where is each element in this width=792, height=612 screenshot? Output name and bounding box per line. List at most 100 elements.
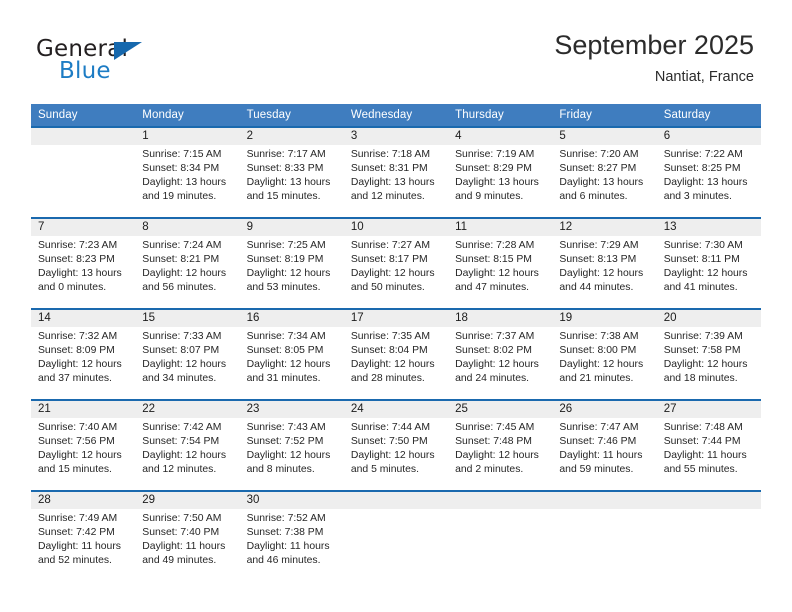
sunset-text: Sunset: 7:48 PM xyxy=(455,436,532,448)
sunset-text: Sunset: 8:33 PM xyxy=(246,163,324,175)
calendar-day-cell[interactable]: 27 Sunrise: 7:48 AM Sunset: 7:44 PM Dayligh… xyxy=(656,399,761,491)
calendar-day-cell[interactable] xyxy=(448,490,553,581)
day-number: 18 xyxy=(448,310,553,327)
daylight-text-line2: and 12 minutes. xyxy=(142,464,217,476)
calendar-day-cell[interactable]: 21 Sunrise: 7:40 AM Sunset: 7:56 PM Dayligh… xyxy=(31,399,136,491)
calendar-day-cell[interactable] xyxy=(31,126,136,218)
daylight-text-line1: Daylight: 12 hours xyxy=(350,268,435,280)
daylight-text-line1: Daylight: 12 hours xyxy=(455,450,539,462)
day-number: 17 xyxy=(343,310,449,327)
calendar-day-cell[interactable]: 30 Sunrise: 7:52 AM Sunset: 7:38 PM Dayligh… xyxy=(239,490,344,581)
daylight-text-line1: Daylight: 13 hours xyxy=(38,268,122,280)
calendar-day-cell[interactable]: 28 Sunrise: 7:49 AM Sunset: 7:42 PM Dayligh… xyxy=(31,490,136,581)
calendar-day-cell[interactable] xyxy=(343,490,449,581)
daylight-text-line1: Daylight: 12 hours xyxy=(142,359,227,371)
sunrise-text: Sunrise: 7:45 AM xyxy=(455,422,535,433)
day-number: 27 xyxy=(656,401,761,418)
day-number: 16 xyxy=(239,310,344,327)
day-number: 6 xyxy=(656,128,761,145)
day-number: 29 xyxy=(135,492,240,509)
page-title: September 2025 xyxy=(554,30,754,60)
calendar-day-cell[interactable]: 12 Sunrise: 7:29 AM Sunset: 8:13 PM Dayligh… xyxy=(552,217,657,309)
calendar-day-cell[interactable]: 17 Sunrise: 7:35 AM Sunset: 8:04 PM Dayligh… xyxy=(343,308,449,400)
daylight-text-line2: and 15 minutes. xyxy=(246,191,321,203)
page-subtitle: Nantiat, France xyxy=(654,69,754,85)
calendar-day-cell[interactable]: 11 Sunrise: 7:28 AM Sunset: 8:15 PM Dayligh… xyxy=(448,217,553,309)
calendar-day-cell[interactable] xyxy=(552,490,657,581)
sunset-text: Sunset: 8:04 PM xyxy=(350,345,428,357)
daylight-text-line2: and 12 minutes. xyxy=(350,191,425,203)
sunset-text: Sunset: 8:09 PM xyxy=(38,345,115,357)
day-number: 15 xyxy=(135,310,240,327)
calendar-day-cell[interactable]: 4 Sunrise: 7:19 AM Sunset: 8:29 PM Daylight… xyxy=(448,126,553,218)
day-number: 8 xyxy=(135,219,240,236)
calendar-day-cell[interactable]: 7 Sunrise: 7:23 AM Sunset: 8:23 PM Daylight… xyxy=(31,217,136,309)
day-header-wednesday: Wednesday xyxy=(343,104,449,127)
calendar-day-cell[interactable]: 1 Sunrise: 7:15 AM Sunset: 8:34 PM Daylight… xyxy=(135,126,240,218)
sunset-text: Sunset: 7:38 PM xyxy=(246,527,324,539)
sunset-text: Sunset: 7:42 PM xyxy=(38,527,115,539)
calendar-day-cell[interactable]: 26 Sunrise: 7:47 AM Sunset: 7:46 PM Dayligh… xyxy=(552,399,657,491)
calendar-week-row: 7 Sunrise: 7:23 AM Sunset: 8:23 PM Daylight… xyxy=(31,217,761,309)
calendar-day-cell[interactable]: 29 Sunrise: 7:50 AM Sunset: 7:40 PM Dayligh… xyxy=(135,490,240,581)
calendar-day-cell[interactable]: 8 Sunrise: 7:24 AM Sunset: 8:21 PM Daylight… xyxy=(135,217,240,309)
daylight-text-line2: and 6 minutes. xyxy=(559,191,628,203)
title-block: September 2025 Nantiat, France xyxy=(554,28,754,87)
calendar-day-cell[interactable]: 18 Sunrise: 7:37 AM Sunset: 8:02 PM Dayligh… xyxy=(448,308,553,400)
sunrise-text: Sunrise: 7:47 AM xyxy=(559,422,639,433)
sunrise-text: Sunrise: 7:50 AM xyxy=(142,513,222,524)
daylight-text-line2: and 3 minutes. xyxy=(663,191,732,203)
daylight-text-line1: Daylight: 12 hours xyxy=(559,359,644,371)
daylight-text-line1: Daylight: 13 hours xyxy=(559,177,644,189)
sunset-text: Sunset: 8:17 PM xyxy=(350,254,428,266)
day-number: 21 xyxy=(31,401,136,418)
sunrise-text: Sunrise: 7:25 AM xyxy=(246,240,326,251)
brand-logo[interactable]: General Blue xyxy=(36,36,276,92)
day-number: 23 xyxy=(239,401,344,418)
sunrise-text: Sunrise: 7:52 AM xyxy=(246,513,326,524)
calendar-day-cell[interactable]: 3 Sunrise: 7:18 AM Sunset: 8:31 PM Daylight… xyxy=(343,126,449,218)
daylight-text-line1: Daylight: 12 hours xyxy=(559,268,644,280)
calendar-day-cell[interactable]: 19 Sunrise: 7:38 AM Sunset: 8:00 PM Dayligh… xyxy=(552,308,657,400)
calendar-day-cell[interactable]: 2 Sunrise: 7:17 AM Sunset: 8:33 PM Daylight… xyxy=(239,126,344,218)
calendar-day-cell[interactable]: 16 Sunrise: 7:34 AM Sunset: 8:05 PM Dayligh… xyxy=(239,308,344,400)
calendar-day-cell[interactable]: 6 Sunrise: 7:22 AM Sunset: 8:25 PM Daylight… xyxy=(656,126,761,218)
sunset-text: Sunset: 8:07 PM xyxy=(142,345,220,357)
calendar-day-cell[interactable]: 25 Sunrise: 7:45 AM Sunset: 7:48 PM Dayligh… xyxy=(448,399,553,491)
daylight-text-line2: and 9 minutes. xyxy=(455,191,524,203)
daylight-text-line1: Daylight: 11 hours xyxy=(663,450,747,462)
sunset-text: Sunset: 8:29 PM xyxy=(455,163,532,175)
daylight-text-line2: and 52 minutes. xyxy=(38,555,112,567)
sunset-text: Sunset: 8:21 PM xyxy=(142,254,220,266)
daylight-text-line1: Daylight: 12 hours xyxy=(246,450,331,462)
calendar-day-cell[interactable]: 9 Sunrise: 7:25 AM Sunset: 8:19 PM Daylight… xyxy=(239,217,344,309)
calendar-day-cell[interactable]: 22 Sunrise: 7:42 AM Sunset: 7:54 PM Dayligh… xyxy=(135,399,240,491)
calendar-day-cell[interactable]: 20 Sunrise: 7:39 AM Sunset: 7:58 PM Dayligh… xyxy=(656,308,761,400)
daylight-text-line1: Daylight: 12 hours xyxy=(38,450,122,462)
calendar-day-cell[interactable]: 24 Sunrise: 7:44 AM Sunset: 7:50 PM Dayligh… xyxy=(343,399,449,491)
daylight-text-line1: Daylight: 12 hours xyxy=(246,359,331,371)
calendar-day-cell[interactable]: 10 Sunrise: 7:27 AM Sunset: 8:17 PM Dayligh… xyxy=(343,217,449,309)
daylight-text-line1: Daylight: 13 hours xyxy=(142,177,227,189)
page-header: General Blue September 2025 Nantiat, Fra… xyxy=(0,0,792,100)
sunset-text: Sunset: 8:11 PM xyxy=(663,254,740,266)
daylight-text-line1: Daylight: 12 hours xyxy=(38,359,122,371)
calendar-day-cell[interactable]: 13 Sunrise: 7:30 AM Sunset: 8:11 PM Dayligh… xyxy=(656,217,761,309)
daylight-text-line2: and 18 minutes. xyxy=(663,373,738,385)
day-number xyxy=(552,492,657,509)
sunrise-text: Sunrise: 7:44 AM xyxy=(350,422,430,433)
daylight-text-line2: and 53 minutes. xyxy=(246,282,321,294)
daylight-text-line1: Daylight: 11 hours xyxy=(559,450,643,462)
calendar-day-cell[interactable]: 14 Sunrise: 7:32 AM Sunset: 8:09 PM Dayligh… xyxy=(31,308,136,400)
calendar-day-cell[interactable]: 5 Sunrise: 7:20 AM Sunset: 8:27 PM Daylight… xyxy=(552,126,657,218)
calendar-day-cell[interactable]: 15 Sunrise: 7:33 AM Sunset: 8:07 PM Dayligh… xyxy=(135,308,240,400)
day-number: 30 xyxy=(239,492,344,509)
daylight-text-line2: and 56 minutes. xyxy=(142,282,217,294)
calendar-day-cell[interactable] xyxy=(656,490,761,581)
sunset-text: Sunset: 7:54 PM xyxy=(142,436,220,448)
calendar-week-row: 1 Sunrise: 7:15 AM Sunset: 8:34 PM Daylight… xyxy=(31,126,761,218)
sunset-text: Sunset: 7:58 PM xyxy=(663,345,741,357)
sunset-text: Sunset: 8:19 PM xyxy=(246,254,324,266)
sunrise-text: Sunrise: 7:39 AM xyxy=(663,331,743,342)
calendar-day-cell[interactable]: 23 Sunrise: 7:43 AM Sunset: 7:52 PM Dayligh… xyxy=(239,399,344,491)
